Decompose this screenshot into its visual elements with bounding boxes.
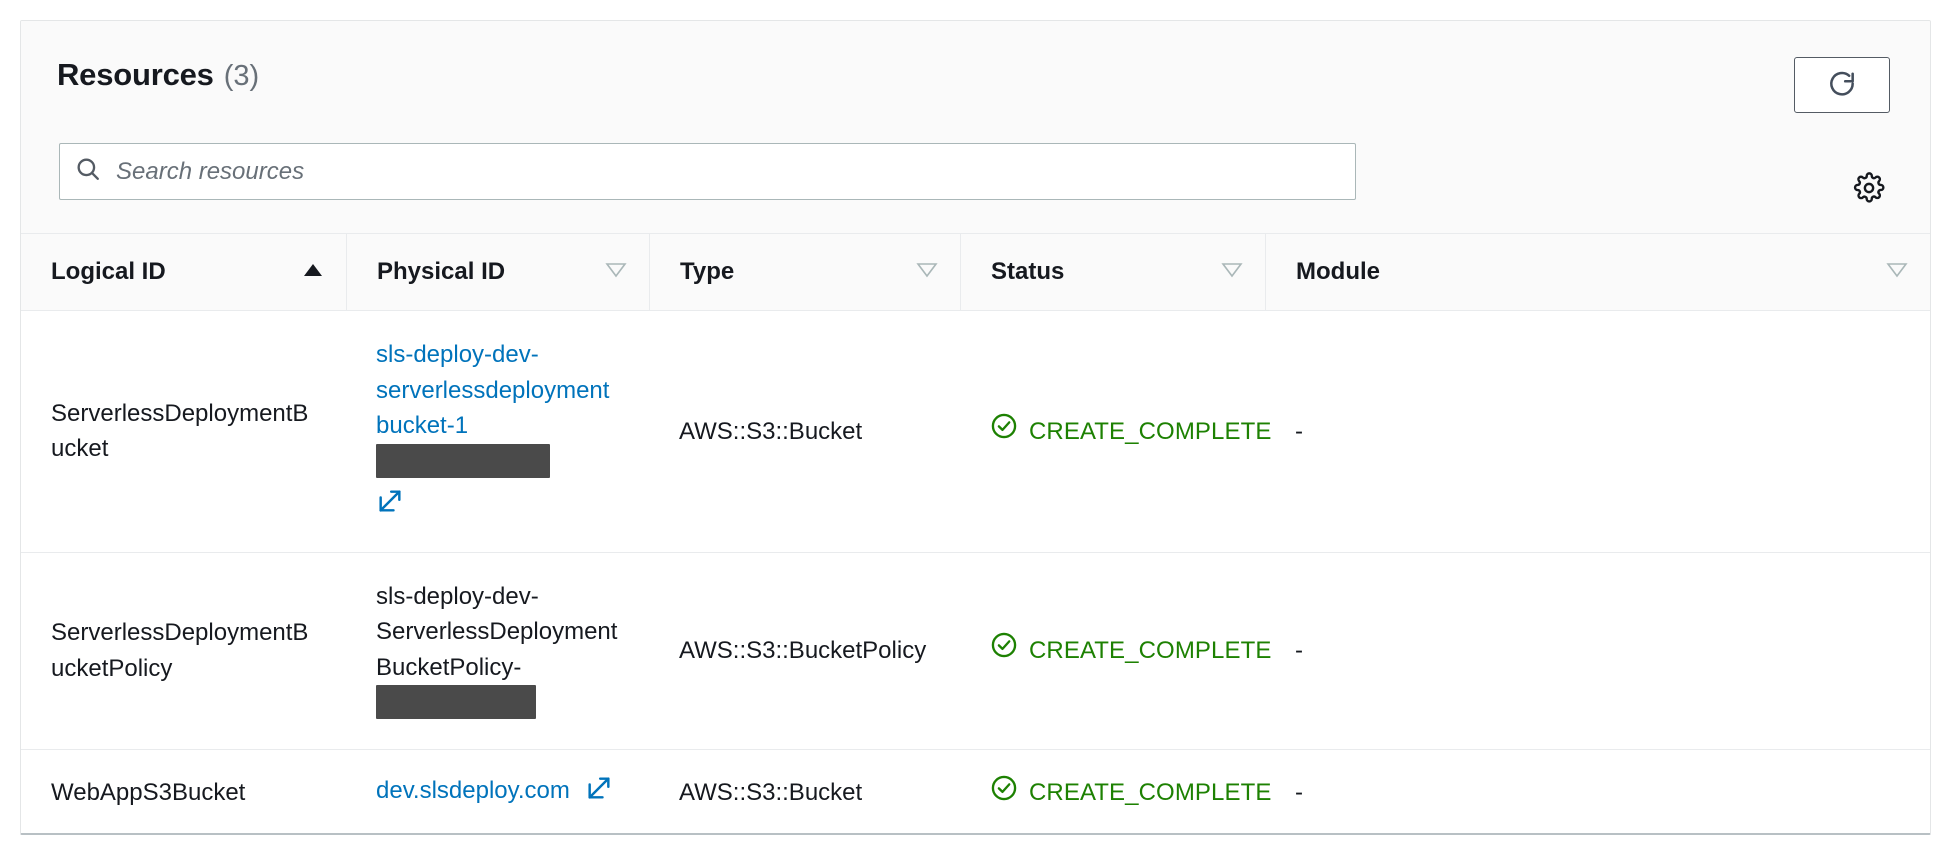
cell-physical-id: sls-deploy-dev-ServerlessDeploymentBucke…	[346, 552, 649, 750]
column-header-module[interactable]: Module	[1265, 234, 1930, 311]
sort-ascending-icon[interactable]	[302, 262, 324, 283]
cell-status: CREATE_COMPLETE	[960, 310, 1271, 553]
redacted-text-block	[376, 685, 536, 720]
status-label: CREATE_COMPLETE	[1029, 636, 1272, 664]
status-label: CREATE_COMPLETE	[1029, 417, 1272, 445]
cell-physical-id: sls-deploy-dev-serverlessdeploymentbucke…	[346, 310, 649, 553]
status-badge: CREATE_COMPLETE	[990, 774, 1271, 813]
cell-module: -	[1265, 749, 1930, 833]
search-input[interactable]	[116, 157, 1341, 186]
status-success-icon	[990, 631, 1018, 670]
column-header-type[interactable]: Type	[649, 234, 960, 311]
module-value: -	[1295, 779, 1303, 807]
module-value: -	[1295, 636, 1303, 664]
cell-module: -	[1265, 552, 1930, 750]
table-row[interactable]: ServerlessDeploymentBucketPolicy sls-dep…	[21, 552, 1930, 750]
search-field[interactable]	[59, 143, 1356, 200]
module-value: -	[1295, 417, 1303, 445]
cell-type: AWS::S3::BucketPolicy	[649, 552, 960, 750]
external-link-icon[interactable]	[376, 487, 619, 526]
page-title: Resources	[57, 57, 214, 92]
resource-count: (3)	[223, 60, 260, 92]
refresh-icon	[1826, 69, 1858, 101]
cell-status: CREATE_COMPLETE	[960, 749, 1271, 833]
redacted-text-block	[376, 443, 550, 478]
resources-panel-page: Resources (3) Search resources Logical I…	[0, 0, 1950, 846]
cell-module: -	[1265, 310, 1930, 553]
column-header-status[interactable]: Status	[960, 234, 1265, 311]
panel-title-row: Resources (3)	[57, 57, 259, 93]
table-row[interactable]: WebAppS3Bucket dev.slsdeploy.com AWS::S3…	[21, 749, 1930, 833]
resources-card-header: Resources (3)	[21, 21, 1930, 234]
cell-type: AWS::S3::Bucket	[649, 310, 960, 553]
column-header-physical-id[interactable]: Physical ID	[346, 234, 649, 311]
cell-status: CREATE_COMPLETE	[960, 552, 1271, 750]
column-header-label: Type	[680, 258, 735, 285]
external-link-icon[interactable]	[585, 774, 613, 813]
resources-table: Logical ID Physical ID Type Status Modul…	[21, 234, 1930, 833]
cell-logical-id: ServerlessDeploymentBucket	[21, 310, 346, 553]
status-label: CREATE_COMPLETE	[1029, 779, 1272, 807]
sort-descending-icon[interactable]	[605, 262, 627, 283]
table-body: ServerlessDeploymentBucket sls-deploy-de…	[21, 310, 1930, 833]
status-success-icon	[990, 774, 1018, 813]
column-header-label: Logical ID	[51, 258, 166, 285]
gear-icon	[1853, 171, 1885, 209]
sort-descending-icon[interactable]	[1886, 262, 1908, 283]
cell-physical-id: dev.slsdeploy.com	[346, 749, 649, 833]
column-header-label: Module	[1296, 258, 1380, 285]
column-header-label: Status	[991, 258, 1065, 285]
search-icon	[74, 155, 102, 188]
sort-descending-icon[interactable]	[1221, 262, 1243, 283]
sort-descending-icon[interactable]	[916, 262, 938, 283]
resources-card: Resources (3) Search resources Logical I…	[20, 20, 1931, 835]
status-success-icon	[990, 412, 1018, 451]
cell-logical-id: WebAppS3Bucket	[21, 749, 346, 833]
refresh-button[interactable]	[1794, 57, 1890, 113]
preferences-gear-button[interactable]	[1852, 171, 1886, 209]
column-header-logical-id[interactable]: Logical ID	[21, 234, 346, 311]
physical-id-text: sls-deploy-dev-ServerlessDeploymentBucke…	[376, 582, 618, 681]
cell-logical-id: ServerlessDeploymentBucketPolicy	[21, 552, 346, 750]
cell-type: AWS::S3::Bucket	[649, 749, 960, 833]
column-header-label: Physical ID	[377, 258, 506, 285]
table-header: Logical ID Physical ID Type Status Modul…	[21, 234, 1930, 311]
status-badge: CREATE_COMPLETE	[990, 412, 1271, 451]
physical-id-link[interactable]: sls-deploy-dev-serverlessdeploymentbucke…	[376, 341, 609, 439]
table-header-row: Logical ID Physical ID Type Status Modul…	[21, 234, 1930, 311]
physical-id-link[interactable]: dev.slsdeploy.com	[376, 777, 570, 804]
status-badge: CREATE_COMPLETE	[990, 631, 1271, 670]
table-row[interactable]: ServerlessDeploymentBucket sls-deploy-de…	[21, 310, 1930, 553]
